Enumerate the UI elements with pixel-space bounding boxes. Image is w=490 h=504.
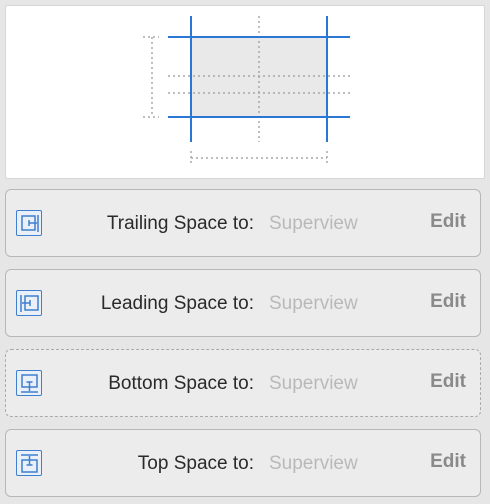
constraint-row-bottom: Bottom Space to: Superview Edit — [5, 349, 481, 417]
constraint-value: Superview — [269, 453, 358, 474]
edit-button[interactable]: Edit — [430, 371, 466, 393]
constraint-diagram — [143, 16, 350, 165]
constraint-value: Superview — [269, 213, 358, 234]
edit-button[interactable]: Edit — [430, 451, 466, 473]
leading-space-icon — [16, 290, 42, 316]
constraint-label: Trailing Space to: — [106, 213, 254, 234]
constraint-row-trailing: Trailing Space to: Superview Edit — [5, 189, 481, 257]
top-space-icon — [16, 450, 42, 476]
edit-button[interactable]: Edit — [430, 291, 466, 313]
constraint-row-top: Top Space to: Superview Edit — [5, 429, 481, 497]
constraint-label: Bottom Space to: — [108, 373, 254, 394]
trailing-space-icon — [16, 210, 42, 236]
constraint-label: Leading Space to: — [100, 293, 254, 314]
constraint-value: Superview — [269, 293, 358, 314]
constraint-row-leading: Leading Space to: Superview Edit — [5, 269, 481, 337]
edit-button[interactable]: Edit — [430, 211, 466, 233]
constraint-value: Superview — [269, 373, 358, 394]
constraint-preview — [5, 5, 485, 179]
bottom-space-icon — [16, 370, 42, 396]
constraint-label: Top Space to: — [137, 453, 254, 474]
